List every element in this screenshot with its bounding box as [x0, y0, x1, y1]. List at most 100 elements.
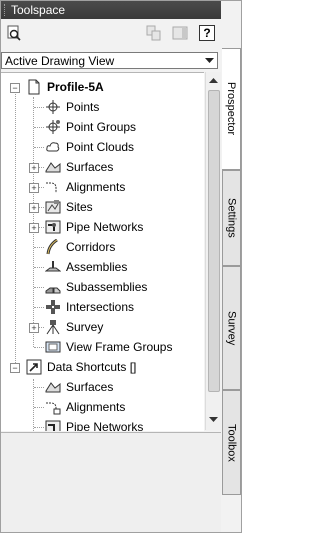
tree-item-label: View Frame Groups	[66, 340, 173, 354]
tree-item-points[interactable]: Points	[44, 97, 99, 117]
help-button[interactable]: ?	[197, 23, 217, 43]
expand-toggle[interactable]: +	[29, 163, 39, 173]
tree-item-label: Alignments	[66, 400, 126, 414]
item-preview-panel	[1, 432, 221, 532]
tree-item-label: Surfaces	[66, 160, 114, 174]
tree-item-label: Assemblies	[66, 260, 128, 274]
tree-item-label: Alignments	[66, 180, 126, 194]
tree-connector	[34, 127, 44, 128]
surfaces-icon	[44, 158, 62, 176]
sites-icon	[44, 198, 62, 216]
corridors-icon	[44, 238, 62, 256]
panel-icon	[172, 26, 188, 40]
scroll-thumb[interactable]	[208, 90, 220, 392]
tree-item-subassemblies[interactable]: Subassemblies	[44, 277, 147, 297]
collapse-toggle[interactable]: −	[10, 363, 20, 373]
tree-item-surfaces[interactable]: Surfaces	[44, 157, 113, 177]
tree-item-label: Pipe Networks	[66, 420, 144, 431]
tree-root-profile[interactable]: Profile-5A	[25, 77, 104, 97]
scroll-down-arrow-icon[interactable]	[206, 412, 221, 427]
expand-toggle[interactable]: +	[29, 203, 39, 213]
expand-toggle[interactable]: +	[29, 183, 39, 193]
tree-scrollbar[interactable]	[205, 72, 221, 430]
tree-item-label: Surfaces	[66, 380, 114, 394]
tree-connector	[34, 247, 44, 248]
tree-connector	[15, 91, 16, 369]
point-groups-icon	[44, 118, 62, 136]
chevron-down-icon[interactable]	[202, 54, 216, 67]
tab-label: Settings	[225, 198, 238, 238]
tree-connector	[34, 267, 44, 268]
tree-item-intersections[interactable]: Intersections	[44, 297, 134, 317]
tree-item-survey[interactable]: Survey	[44, 317, 103, 337]
drag-grip-icon[interactable]	[4, 4, 7, 16]
inspect-button[interactable]	[4, 23, 24, 43]
tab-survey[interactable]: Survey	[222, 266, 241, 390]
scroll-up-arrow-icon[interactable]	[206, 73, 221, 88]
shortcut-pipe-networks-icon	[44, 418, 62, 431]
points-icon	[44, 98, 62, 116]
tree-connector	[34, 347, 44, 348]
tab-label: Prospector	[225, 82, 237, 136]
tree-item-view-frame-groups[interactable]: View Frame Groups	[44, 337, 172, 357]
tree-item-label: Sites	[66, 200, 93, 214]
inspect-icon	[7, 25, 21, 41]
tab-label: Survey	[225, 310, 238, 346]
alignments-icon	[44, 178, 62, 196]
expand-toggle[interactable]: +	[29, 323, 39, 333]
prospector-tree: − Profile-5A Points Point Groups Point C…	[1, 72, 204, 431]
tree-data-shortcuts[interactable]: Data Shortcuts []	[25, 357, 136, 377]
tree-item-label: Data Shortcuts []	[47, 360, 137, 374]
tree-connector	[34, 287, 44, 288]
tree-item-label: Survey	[66, 320, 104, 334]
tree-connector	[34, 407, 44, 408]
view-frame-groups-icon	[44, 338, 62, 356]
copy-icon	[146, 25, 161, 41]
shortcut-arrow-icon	[25, 358, 43, 376]
help-icon: ?	[199, 25, 215, 41]
tree-item-assemblies[interactable]: Assemblies	[44, 257, 127, 277]
tree-connector	[34, 427, 44, 428]
copy-button[interactable]	[144, 23, 164, 43]
view-select-value: Active Drawing View	[5, 54, 115, 68]
tree-item-label: Corridors	[66, 240, 116, 254]
assemblies-icon	[44, 258, 62, 276]
tree-item-shortcut-surfaces[interactable]: Surfaces	[44, 377, 113, 397]
panel-button[interactable]	[170, 23, 190, 43]
tree-item-shortcut-alignments[interactable]: Alignments	[44, 397, 125, 417]
drawing-icon	[25, 78, 43, 96]
survey-icon	[44, 318, 62, 336]
tree-root-label: Profile-5A	[47, 80, 104, 94]
tree-connector	[34, 387, 44, 388]
tab-settings[interactable]: Settings	[222, 170, 241, 266]
tree-item-label: Pipe Networks	[66, 220, 144, 234]
tree-item-shortcut-pipe-networks[interactable]: Pipe Networks	[44, 417, 143, 431]
tree-item-label: Points	[66, 100, 100, 114]
subassemblies-icon	[44, 278, 62, 296]
tree-item-label: Subassemblies	[66, 280, 148, 294]
tree-item-pipe-networks[interactable]: Pipe Networks	[44, 217, 143, 237]
tab-label: Toolbox	[225, 423, 238, 462]
tree-item-sites[interactable]: Sites	[44, 197, 93, 217]
tree-connector	[34, 147, 44, 148]
tree-item-point-clouds[interactable]: Point Clouds	[44, 137, 134, 157]
tree-item-label: Point Clouds	[66, 140, 135, 154]
tab-toolbox[interactable]: Toolbox	[222, 390, 241, 495]
tree-item-label: Intersections	[66, 300, 135, 314]
tab-prospector[interactable]: Prospector	[222, 48, 241, 170]
shortcut-surfaces-icon	[44, 378, 62, 396]
tree-connector	[34, 307, 44, 308]
view-select[interactable]: Active Drawing View	[1, 52, 218, 69]
tree-item-point-groups[interactable]: Point Groups	[44, 117, 136, 137]
tree-connector	[33, 97, 34, 347]
tree-item-alignments[interactable]: Alignments	[44, 177, 125, 197]
title-bar[interactable]: Toolspace	[1, 1, 221, 19]
expand-toggle[interactable]: +	[29, 223, 39, 233]
toolbar: ?	[1, 19, 221, 48]
tree-item-corridors[interactable]: Corridors	[44, 237, 115, 257]
tree-connector	[34, 107, 44, 108]
collapse-toggle[interactable]: −	[10, 83, 20, 93]
shortcut-alignments-icon	[44, 398, 62, 416]
window-title: Toolspace	[11, 3, 66, 17]
intersections-icon	[44, 298, 62, 316]
